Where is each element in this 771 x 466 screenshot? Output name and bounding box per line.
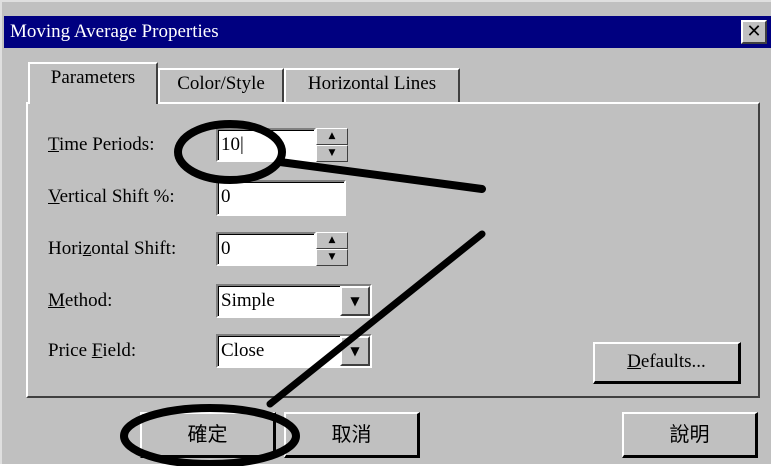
- tab-panel-parameters: Time Periods: 10| ▲ ▼ Vertical Shift %: …: [26, 102, 760, 398]
- close-button[interactable]: ✕: [741, 20, 767, 44]
- spin-up-icon[interactable]: ▲: [316, 128, 348, 145]
- title-bar[interactable]: Moving Average Properties ✕: [4, 16, 771, 48]
- time-periods-spinner[interactable]: ▲ ▼: [316, 128, 348, 162]
- help-button[interactable]: 說明: [622, 412, 758, 458]
- horizontal-shift-label: Horizontal Shift:: [48, 238, 177, 259]
- tab-parameters[interactable]: Parameters: [28, 62, 158, 104]
- horizontal-shift-spinner[interactable]: ▲ ▼: [316, 232, 348, 266]
- vertical-shift-input[interactable]: 0: [216, 180, 346, 216]
- spin-down-icon[interactable]: ▼: [316, 145, 348, 162]
- price-field-select-value: Close: [221, 340, 265, 361]
- tab-horizontal-lines[interactable]: Horizontal Lines: [284, 68, 460, 102]
- price-field-label: Price Field:: [48, 340, 137, 361]
- horizontal-shift-input[interactable]: 0: [216, 232, 316, 266]
- tab-parameters-label: Parameters: [50, 67, 136, 88]
- chevron-down-icon[interactable]: ▼: [340, 336, 370, 366]
- method-label: Method:: [48, 290, 113, 311]
- vertical-shift-label: Vertical Shift %:: [48, 186, 175, 207]
- dialog-window: Moving Average Properties ✕ Parameters C…: [0, 0, 771, 466]
- defaults-button[interactable]: Defaults...: [593, 342, 741, 384]
- time-periods-input[interactable]: 10|: [216, 128, 316, 162]
- close-icon: ✕: [746, 21, 762, 42]
- cancel-button[interactable]: 取消: [284, 412, 420, 458]
- spin-down-icon[interactable]: ▼: [316, 249, 348, 266]
- method-select-value: Simple: [221, 290, 275, 311]
- tab-color-style[interactable]: Color/Style: [158, 68, 284, 102]
- tab-color-style-label: Color/Style: [177, 73, 265, 94]
- spin-up-icon[interactable]: ▲: [316, 232, 348, 249]
- window-title: Moving Average Properties: [10, 21, 219, 42]
- time-periods-label: Time Periods:: [48, 134, 155, 155]
- tab-horizontal-lines-label: Horizontal Lines: [307, 73, 437, 94]
- chevron-down-icon[interactable]: ▼: [340, 286, 370, 316]
- ok-button[interactable]: 確定: [140, 412, 276, 458]
